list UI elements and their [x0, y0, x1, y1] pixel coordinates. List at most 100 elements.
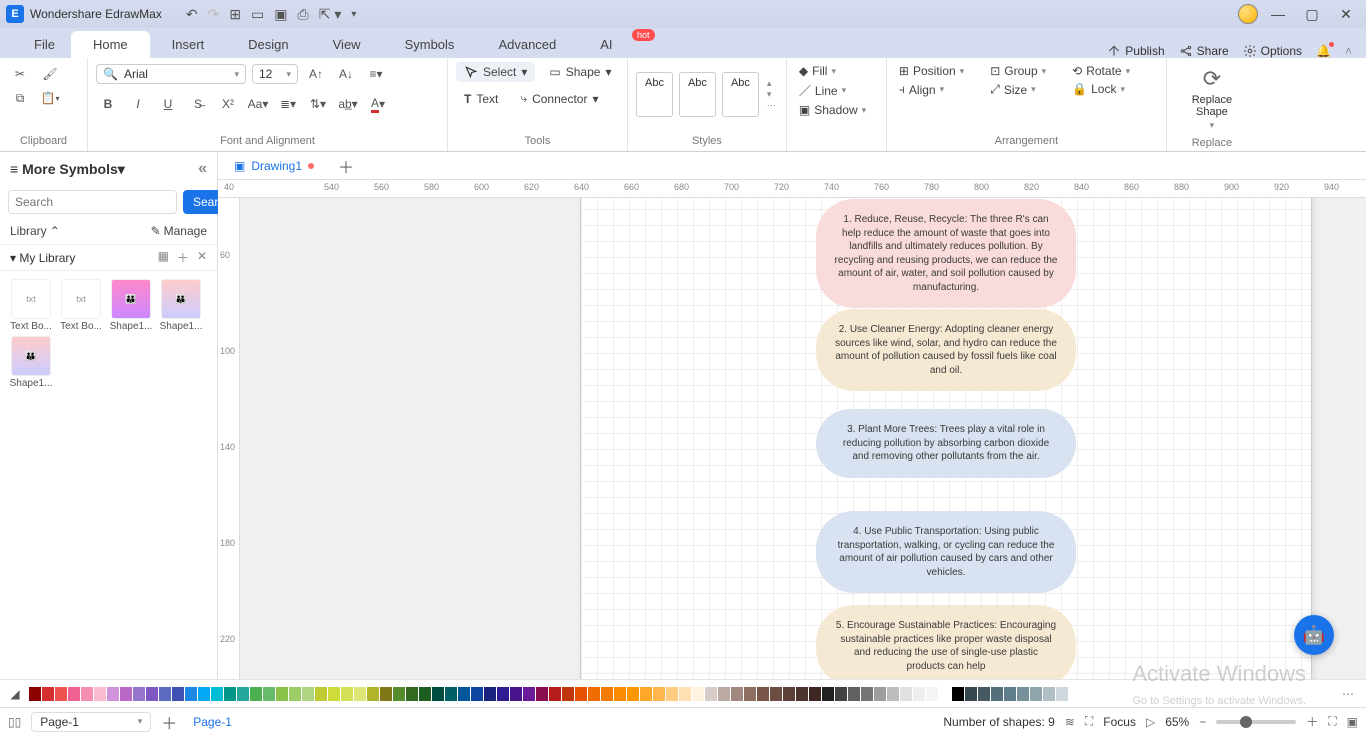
palette-more-icon[interactable]: ⋯	[1336, 687, 1360, 701]
user-avatar[interactable]	[1238, 4, 1258, 24]
tab-ai[interactable]: AIhot	[578, 31, 634, 58]
color-swatch[interactable]	[653, 687, 665, 701]
page-layout-icon[interactable]: ▯▯	[8, 715, 21, 729]
color-swatch[interactable]	[731, 687, 743, 701]
align-button[interactable]: ⫞ Align▾	[895, 80, 968, 99]
color-swatch[interactable]	[198, 687, 210, 701]
color-swatch[interactable]	[107, 687, 119, 701]
color-swatch[interactable]	[926, 687, 938, 701]
color-swatch[interactable]	[406, 687, 418, 701]
shape-bubble-5[interactable]: 5. Encourage Sustainable Practices: Enco…	[816, 605, 1076, 679]
color-swatch[interactable]	[302, 687, 314, 701]
cut-icon[interactable]: ✂	[8, 62, 32, 86]
color-swatch[interactable]	[42, 687, 54, 701]
shape-bubble-3[interactable]: 3. Plant More Trees: Trees play a vital …	[816, 409, 1076, 478]
color-swatch[interactable]	[289, 687, 301, 701]
color-swatch[interactable]	[458, 687, 470, 701]
styles-more-icon[interactable]: ⋯	[767, 100, 776, 111]
shadow-button[interactable]: ▣ Shadow▾	[795, 101, 878, 119]
replace-shape-button[interactable]: ⟳ Replace Shape ▾	[1175, 62, 1249, 135]
fullscreen-icon[interactable]: ▣	[1347, 715, 1358, 729]
zoom-value[interactable]: 65%	[1165, 715, 1189, 729]
color-swatch[interactable]	[29, 687, 41, 701]
sidebar-title[interactable]: ≡ More Symbols▾	[10, 161, 125, 178]
font-size-select[interactable]: 12▾	[252, 64, 298, 84]
qat-more-icon[interactable]: ▾	[351, 9, 356, 20]
color-swatch[interactable]	[1056, 687, 1068, 701]
rotate-button[interactable]: ⟲ Rotate▾	[1068, 62, 1134, 80]
zoom-out-icon[interactable]: −	[1199, 715, 1206, 729]
color-swatch[interactable]	[900, 687, 912, 701]
color-swatch[interactable]	[783, 687, 795, 701]
tab-file[interactable]: File	[18, 31, 71, 58]
color-swatch[interactable]	[133, 687, 145, 701]
layers-icon[interactable]: ≋	[1065, 715, 1075, 729]
color-swatch[interactable]	[718, 687, 730, 701]
bullets-icon[interactable]: ≣▾	[276, 92, 300, 116]
color-swatch[interactable]	[965, 687, 977, 701]
color-swatch[interactable]	[601, 687, 613, 701]
tab-home[interactable]: Home	[71, 31, 150, 58]
styles-up-icon[interactable]: ▴	[767, 78, 776, 89]
sidebar-collapse-icon[interactable]: «	[198, 160, 207, 178]
drawing-canvas[interactable]: 60100140180220 1. Reduce, Reuse, Recycle…	[218, 198, 1366, 679]
color-swatch[interactable]	[549, 687, 561, 701]
collapse-ribbon-icon[interactable]: ˄	[1345, 44, 1352, 58]
color-swatch[interactable]	[484, 687, 496, 701]
color-swatch[interactable]	[939, 687, 951, 701]
color-swatch[interactable]	[185, 687, 197, 701]
font-family-select[interactable]: 🔍 Arial▾	[96, 64, 246, 84]
style-preset-1[interactable]: Abc	[636, 72, 673, 117]
color-swatch[interactable]	[146, 687, 158, 701]
color-swatch[interactable]	[497, 687, 509, 701]
shape-item[interactable]: 👪Shape1...	[8, 336, 54, 389]
color-swatch[interactable]	[328, 687, 340, 701]
fill-button[interactable]: ◆ Fill▾	[795, 62, 878, 80]
text-tool[interactable]: T Text	[456, 89, 506, 109]
page-tab[interactable]: Page-1	[187, 713, 238, 731]
color-swatch[interactable]	[367, 687, 379, 701]
strike-icon[interactable]: S̶	[186, 92, 210, 116]
color-swatch[interactable]	[861, 687, 873, 701]
tab-symbols[interactable]: Symbols	[383, 31, 477, 58]
line-button[interactable]: ／ Line▾	[795, 80, 878, 101]
shape-item[interactable]: 👪Shape1...	[108, 279, 154, 332]
color-swatch[interactable]	[757, 687, 769, 701]
tab-advanced[interactable]: Advanced	[476, 31, 578, 58]
color-swatch[interactable]	[627, 687, 639, 701]
copy-icon[interactable]: ⧉	[8, 86, 32, 110]
color-swatch[interactable]	[991, 687, 1003, 701]
mylibrary-toggle[interactable]: ▾ My Library	[10, 251, 75, 265]
page-surface[interactable]: 1. Reduce, Reuse, Recycle: The three R's…	[580, 198, 1312, 679]
color-swatch[interactable]	[575, 687, 587, 701]
color-swatch[interactable]	[679, 687, 691, 701]
color-swatch[interactable]	[614, 687, 626, 701]
color-swatch[interactable]	[341, 687, 353, 701]
color-swatch[interactable]	[692, 687, 704, 701]
color-swatch[interactable]	[562, 687, 574, 701]
vertical-ruler[interactable]: 60100140180220	[218, 198, 240, 679]
shape-bubble-1[interactable]: 1. Reduce, Reuse, Recycle: The three R's…	[816, 199, 1076, 308]
color-swatch[interactable]	[744, 687, 756, 701]
color-swatch[interactable]	[1004, 687, 1016, 701]
color-swatch[interactable]	[159, 687, 171, 701]
color-swatch[interactable]	[822, 687, 834, 701]
shape-item[interactable]: 👪Shape1...	[158, 279, 204, 332]
document-tab[interactable]: ▣Drawing1	[224, 155, 324, 177]
color-swatch[interactable]	[809, 687, 821, 701]
shape-item[interactable]: txtText Bo...	[8, 279, 54, 332]
group-button[interactable]: ⊡ Group▾	[986, 62, 1050, 80]
options-button[interactable]: Options	[1243, 44, 1302, 58]
new-icon[interactable]: ⊞	[229, 6, 241, 23]
color-swatch[interactable]	[55, 687, 67, 701]
position-button[interactable]: ⊞ Position▾	[895, 62, 968, 80]
zoom-slider[interactable]	[1216, 720, 1296, 724]
publish-button[interactable]: Publish	[1107, 44, 1164, 58]
zoom-in-icon[interactable]: ＋	[1306, 713, 1318, 730]
color-swatch[interactable]	[68, 687, 80, 701]
print-icon[interactable]: ⎙	[298, 6, 309, 23]
notifications-icon[interactable]: 🔔	[1316, 44, 1331, 58]
color-swatch[interactable]	[419, 687, 431, 701]
tab-view[interactable]: View	[311, 31, 383, 58]
color-swatch[interactable]	[666, 687, 678, 701]
